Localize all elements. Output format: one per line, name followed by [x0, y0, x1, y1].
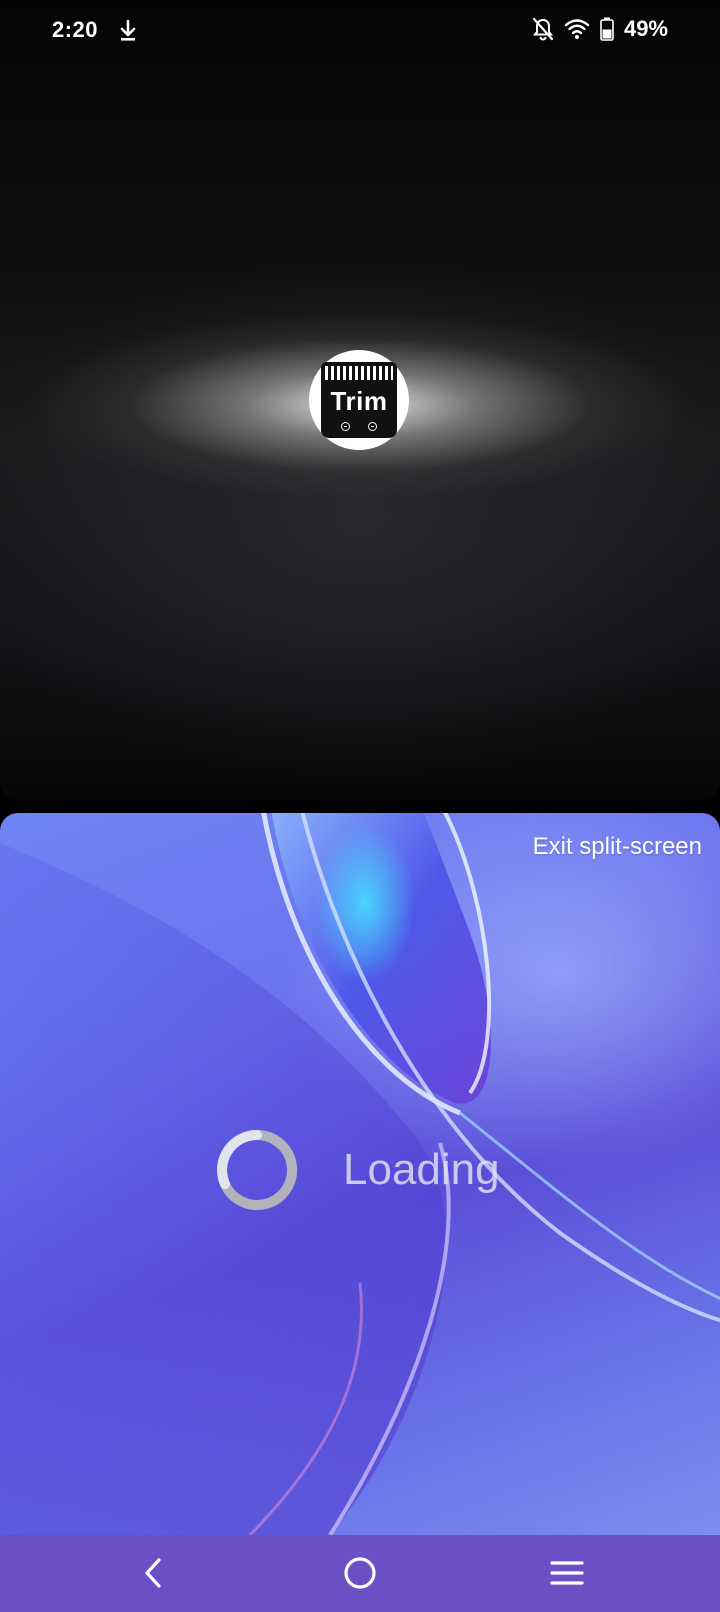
- notifications-off-icon: [532, 17, 554, 41]
- bottom-split-pane[interactable]: Exit split-screen Loading: [0, 813, 720, 1535]
- app-logo: Trim: [309, 350, 409, 450]
- home-button[interactable]: [338, 1553, 382, 1593]
- back-button[interactable]: [131, 1553, 175, 1593]
- status-icons: 49%: [532, 16, 668, 42]
- loading-spinner-icon: [217, 1129, 298, 1210]
- phone-screen: Trim 2:20 49% Exit split-screen Loading: [0, 0, 720, 1612]
- download-icon: [120, 19, 136, 41]
- app-logo-text: Trim: [330, 386, 388, 416]
- exit-split-screen-button[interactable]: Exit split-screen: [533, 833, 702, 861]
- wifi-icon: [564, 19, 590, 39]
- loading-indicator: Loading: [213, 1126, 500, 1214]
- top-split-pane[interactable]: Trim: [0, 0, 720, 800]
- back-icon: [145, 1558, 161, 1588]
- home-icon: [344, 1557, 376, 1589]
- status-bar: 2:20 49%: [0, 0, 720, 64]
- screw-icon: [368, 422, 377, 431]
- loading-text: Loading: [343, 1145, 500, 1194]
- battery-percent: 49%: [623, 16, 668, 41]
- status-time: 2:20: [52, 17, 99, 42]
- navigation-bar: [0, 1535, 720, 1612]
- battery-icon: [600, 17, 614, 41]
- recents-menu-icon: [550, 1561, 584, 1585]
- comb-teeth: [325, 366, 393, 380]
- screw-icon: [341, 422, 350, 431]
- recents-button[interactable]: [545, 1553, 589, 1593]
- clipper-blade-icon: Trim: [321, 362, 397, 438]
